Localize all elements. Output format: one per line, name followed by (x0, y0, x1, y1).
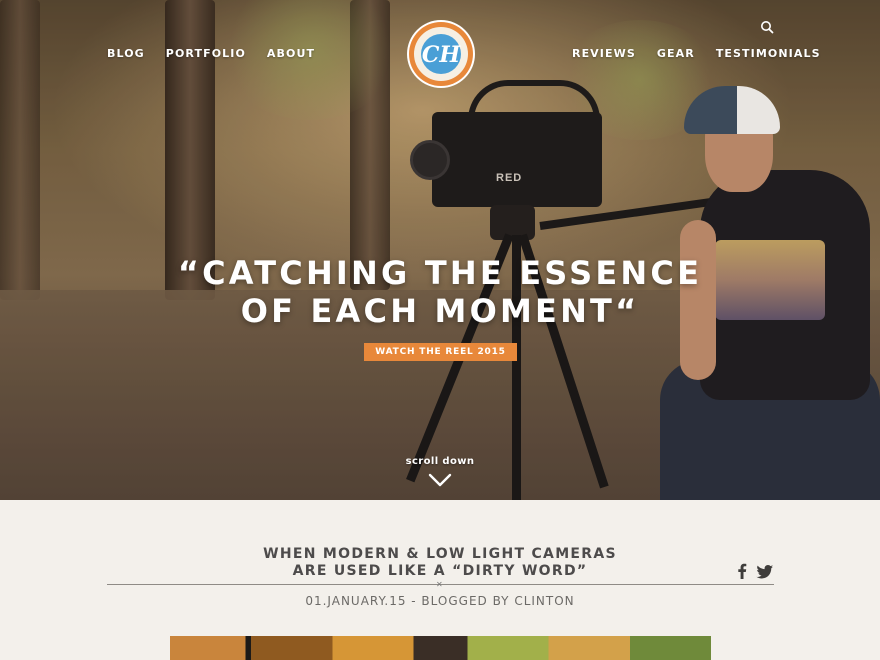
logo-monogram: CH (422, 42, 462, 68)
site-logo[interactable]: CH (406, 19, 476, 89)
post-title[interactable]: WHEN MODERN & LOW LIGHT CAMERAS ARE USED… (200, 546, 680, 580)
camera-brand-label: RED (496, 172, 523, 184)
nav-item-portfolio[interactable]: PORTFOLIO (166, 47, 246, 60)
hero-headline-line-2: OF EACH MOMENT“ (240, 292, 640, 330)
search-icon[interactable] (759, 19, 775, 35)
hero-headline: “CATCHING THE ESSENCE OF EACH MOMENT“ (0, 254, 880, 330)
chevron-down-icon[interactable] (428, 472, 452, 488)
cinema-camera: RED (410, 112, 602, 207)
hero-headline-line-1: “CATCHING THE ESSENCE (177, 254, 703, 292)
logo-badge-icon: CH (407, 20, 475, 88)
facebook-icon[interactable] (737, 563, 747, 579)
post-title-line-2: ARE USED LIKE A “DIRTY WORD” (292, 563, 588, 579)
nav-item-testimonials[interactable]: TESTIMONIALS (716, 47, 821, 60)
nav-right: REVIEWS GEAR TESTIMONIALS (572, 47, 821, 60)
nav-item-blog[interactable]: BLOG (107, 47, 145, 60)
nav-item-gear[interactable]: GEAR (657, 47, 695, 60)
post-title-line-1: WHEN MODERN & LOW LIGHT CAMERAS (263, 546, 617, 562)
twitter-icon[interactable] (756, 564, 774, 579)
watch-reel-button[interactable]: WATCH THE REEL 2015 (364, 343, 517, 361)
post-meta: 01.JANUARY.15 - BLOGGED BY CLINTON (305, 594, 575, 608)
scroll-down-label[interactable]: scroll down (390, 456, 490, 467)
nav-left: BLOG PORTFOLIO ABOUT (107, 47, 315, 60)
post-featured-image[interactable] (170, 636, 711, 660)
nav-item-reviews[interactable]: REVIEWS (572, 47, 636, 60)
divider-mark-icon: ✕ (436, 580, 443, 589)
nav-item-about[interactable]: ABOUT (267, 47, 315, 60)
